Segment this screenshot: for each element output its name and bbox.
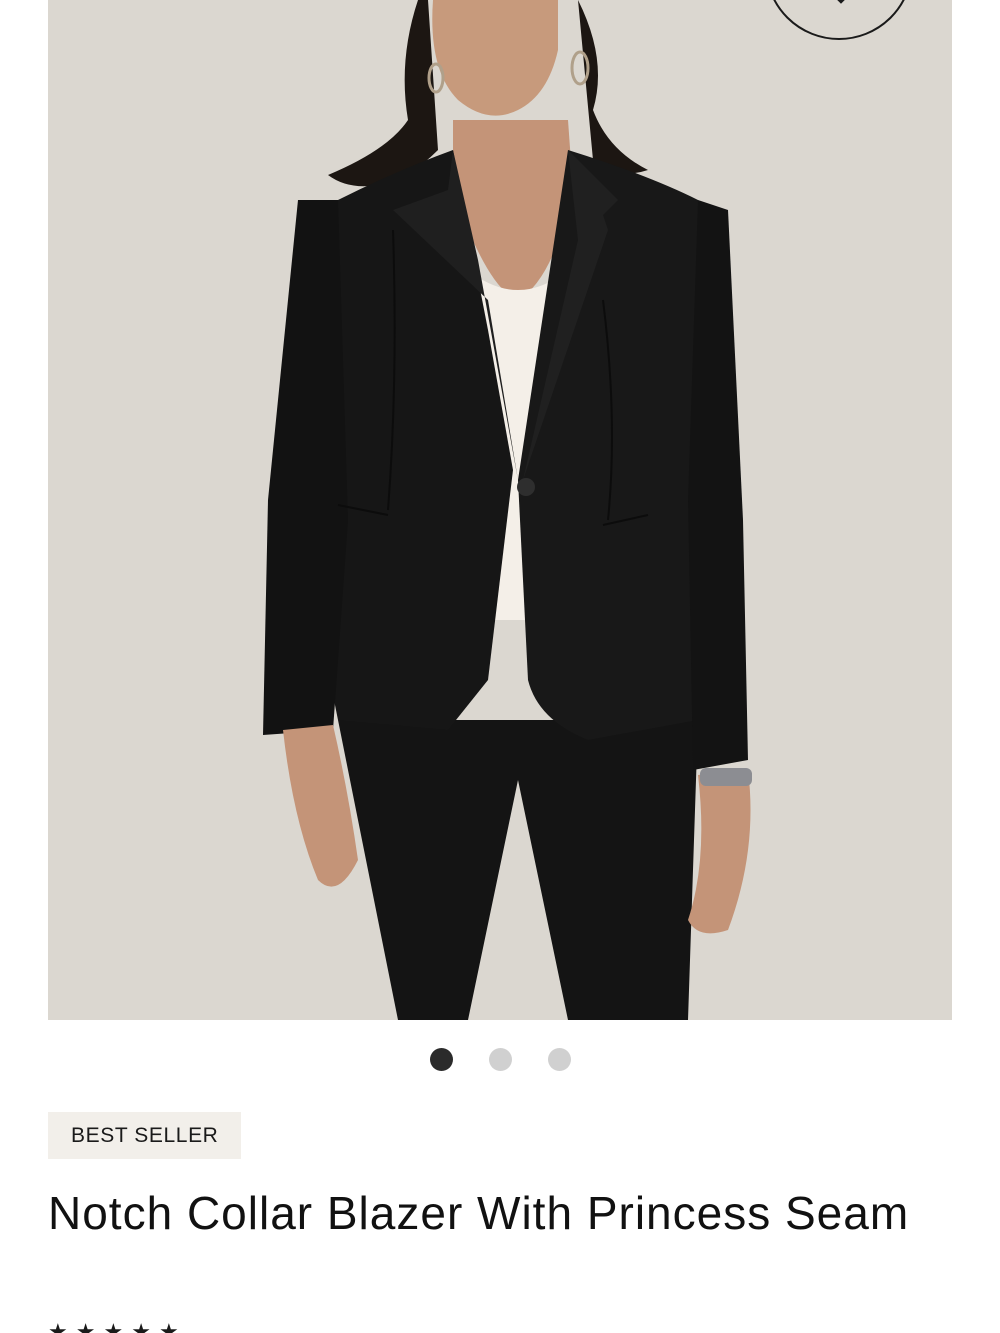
product-photo <box>48 0 952 1020</box>
star-icon: ★ <box>103 1319 124 1333</box>
product-detail-page: BEST SELLER Notch Collar Blazer With Pri… <box>0 0 1000 1333</box>
star-icon: ★ <box>158 1319 179 1333</box>
rating-stars[interactable]: ★ ★ ★ ★ ★ <box>48 1319 179 1333</box>
star-icon: ★ <box>131 1319 151 1333</box>
product-image[interactable] <box>48 0 952 1020</box>
carousel-dot[interactable] <box>488 1048 512 1071</box>
star-icon: ★ <box>48 1319 68 1333</box>
carousel-dots <box>0 1048 1000 1072</box>
heart-icon <box>837 0 845 4</box>
star-icon: ★ <box>75 1319 96 1333</box>
product-title: Notch Collar Blazer With Princess Seam <box>48 1187 910 1239</box>
carousel-dot[interactable] <box>547 1048 571 1071</box>
carousel-dot[interactable] <box>429 1048 453 1071</box>
best-seller-badge: BEST SELLER <box>48 1112 242 1159</box>
